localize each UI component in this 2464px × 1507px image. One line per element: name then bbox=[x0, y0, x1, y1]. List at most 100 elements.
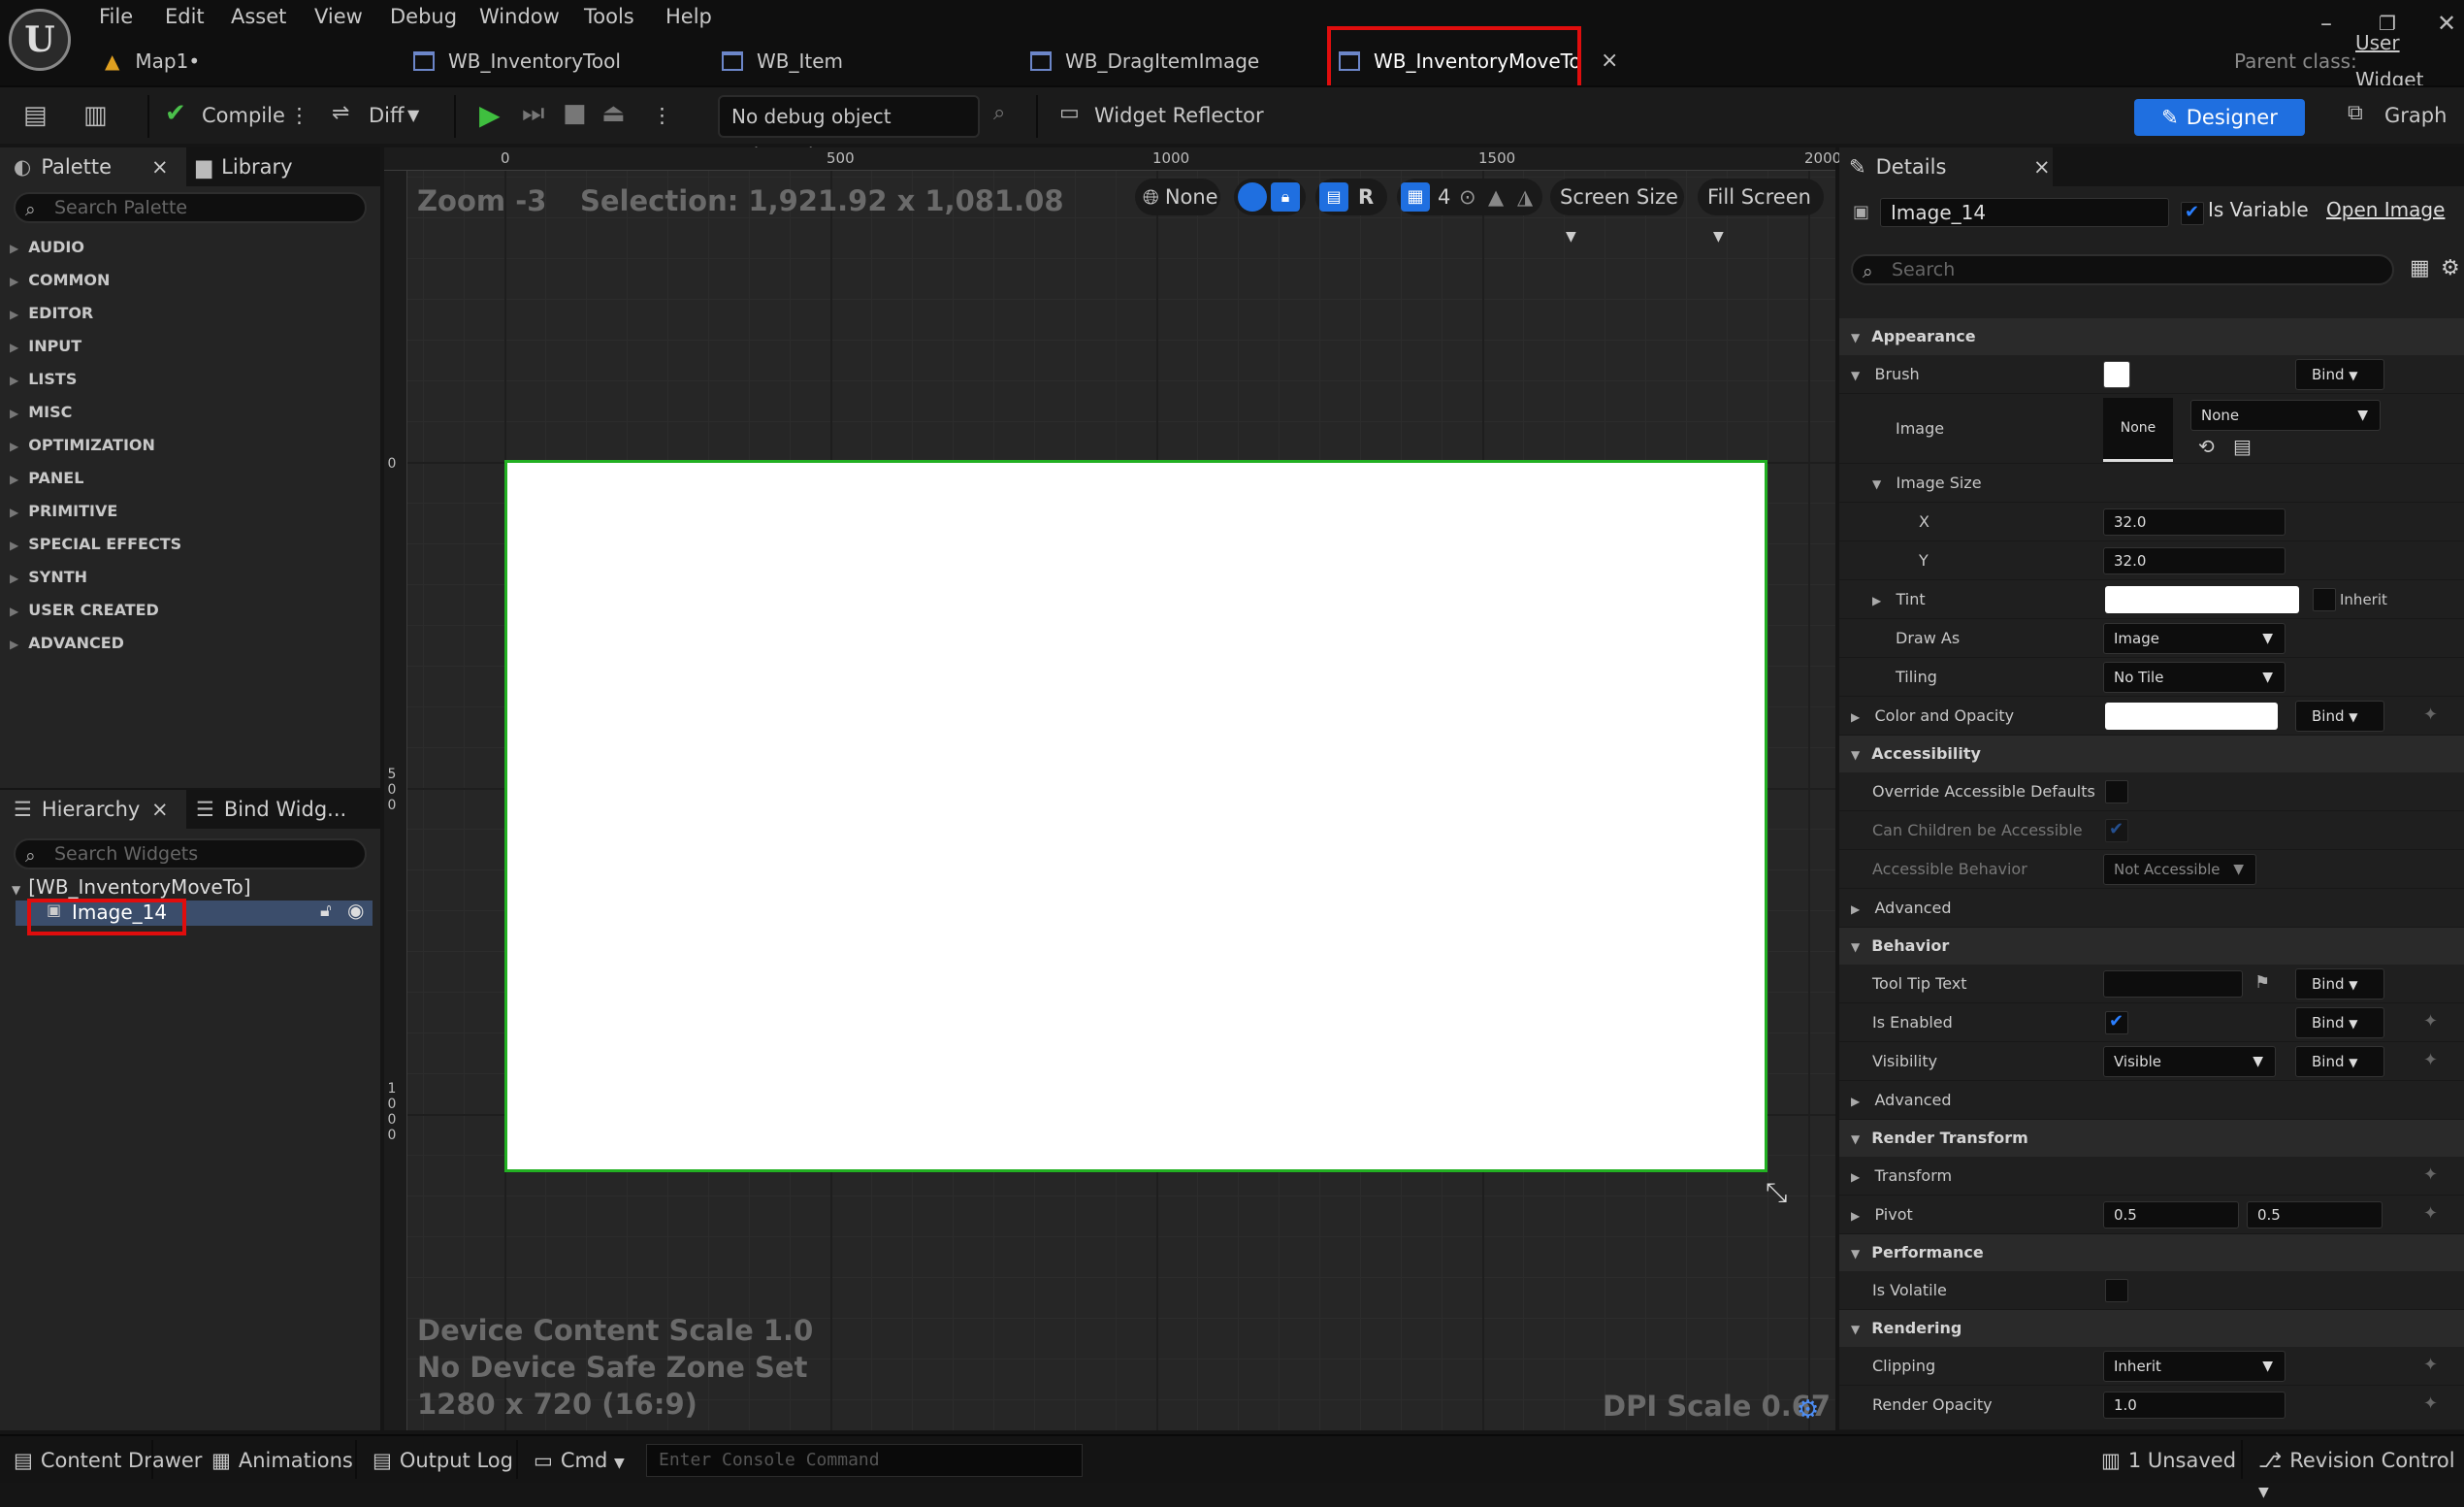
tab-bind-widgets[interactable]: ☰ Bind Widg... bbox=[190, 790, 380, 829]
minimize-icon[interactable]: – bbox=[2320, 10, 2332, 37]
open-image-link[interactable]: Open Image bbox=[2326, 198, 2445, 221]
tab-wb-dragitemimage[interactable]: WB_DragItemImage bbox=[1030, 43, 1259, 80]
inherit-checkbox[interactable] bbox=[2313, 588, 2336, 611]
image-asset-dropdown[interactable]: None ▼ bbox=[2190, 400, 2381, 431]
pivot-y-input[interactable]: 0.5 bbox=[2247, 1201, 2383, 1229]
palette-category-optimization[interactable]: ▶ OPTIMIZATION bbox=[10, 431, 155, 460]
close-icon[interactable]: × bbox=[151, 147, 169, 186]
tab-hierarchy[interactable]: ☰ Hierarchy × bbox=[0, 790, 186, 829]
image-size-y-input[interactable]: 32.0 bbox=[2103, 547, 2286, 574]
image-thumbnail[interactable]: None bbox=[2103, 398, 2173, 462]
details-search-input[interactable]: ⌕ Search bbox=[1851, 254, 2394, 285]
tab-map1[interactable]: ▲ Map1• bbox=[105, 43, 200, 80]
unreal-logo-icon[interactable]: U bbox=[9, 9, 71, 71]
brush-color-swatch[interactable] bbox=[2103, 361, 2130, 388]
diff-button[interactable]: Diff bbox=[369, 101, 404, 130]
is-volatile-checkbox[interactable] bbox=[2105, 1279, 2128, 1302]
menu-edit[interactable]: Edit bbox=[165, 2, 205, 31]
revision-control-button[interactable]: ⎇ Revision Control ▼ bbox=[2258, 1446, 2464, 1507]
tab-details[interactable]: ✎ Details × bbox=[1839, 147, 2053, 186]
is-variable-checkbox[interactable] bbox=[2181, 202, 2204, 225]
color-opacity-swatch[interactable] bbox=[2105, 703, 2278, 730]
visibility-dropdown[interactable]: Visible ▼ bbox=[2103, 1046, 2276, 1077]
palette-category-lists[interactable]: ▶ LISTS bbox=[10, 365, 77, 394]
expand-arrow-icon[interactable]: ▶ bbox=[1851, 1170, 1860, 1184]
animations-button[interactable]: ▦ Animations bbox=[211, 1446, 353, 1475]
palette-category-audio[interactable]: ▶ AUDIO bbox=[10, 233, 84, 262]
tab-wb-inventorytool[interactable]: WB_InventoryTool bbox=[413, 43, 621, 80]
tiling-dropdown[interactable]: No Tile ▼ bbox=[2103, 662, 2286, 693]
pin-icon[interactable]: ✦ bbox=[2423, 1355, 2438, 1375]
unsaved-button[interactable]: ▥ 1 Unsaved bbox=[2101, 1446, 2236, 1475]
flag-icon[interactable]: ⚑ bbox=[2254, 972, 2270, 993]
palette-category-advanced[interactable]: ▶ ADVANCED bbox=[10, 629, 124, 658]
content-drawer-button[interactable]: ▤ Content Drawer bbox=[14, 1446, 202, 1475]
snap-icon[interactable]: ⊙ bbox=[1459, 179, 1476, 215]
compile-options-icon[interactable]: ⋮ bbox=[289, 101, 309, 130]
lock-icon[interactable]: 🔓︎ bbox=[320, 901, 332, 921]
close-icon[interactable]: × bbox=[2033, 147, 2051, 186]
is-enabled-checkbox[interactable] bbox=[2105, 1011, 2128, 1034]
pin-icon[interactable]: ✦ bbox=[2423, 1011, 2438, 1032]
tree-root[interactable]: ▼ [WB_InventoryMoveTo] bbox=[12, 875, 251, 899]
menu-view[interactable]: View bbox=[314, 2, 363, 31]
menu-file[interactable]: File bbox=[99, 2, 133, 31]
image-size-x-input[interactable]: 32.0 bbox=[2103, 508, 2286, 536]
tab-wb-item[interactable]: WB_Item bbox=[722, 43, 843, 80]
tint-color-swatch[interactable] bbox=[2105, 586, 2299, 613]
flip-icon[interactable]: ◮ bbox=[1517, 179, 1533, 215]
outline-toggle[interactable]: ▤ R bbox=[1315, 179, 1387, 215]
pin-icon[interactable]: ✦ bbox=[2423, 1050, 2438, 1070]
section-performance[interactable]: ▼ Performance bbox=[1839, 1234, 2464, 1271]
menu-debug[interactable]: Debug bbox=[390, 2, 457, 31]
palette-category-editor[interactable]: ▶ EDITOR bbox=[10, 299, 93, 328]
step-icon[interactable]: ⏭ bbox=[522, 99, 544, 129]
play-icon[interactable]: ▶ bbox=[479, 99, 501, 131]
respect-locks-toggle[interactable]: 🔒︎ bbox=[1234, 179, 1306, 215]
collapse-arrow-icon[interactable]: ▼ bbox=[1872, 477, 1881, 491]
section-accessibility[interactable]: ▼ Accessibility bbox=[1839, 736, 2464, 772]
tab-palette[interactable]: ◐ Palette × bbox=[0, 147, 186, 186]
graph-button[interactable]: Graph bbox=[2384, 101, 2447, 130]
palette-category-common[interactable]: ▶ COMMON bbox=[10, 266, 110, 295]
cmd-dropdown[interactable]: ▭ Cmd ▼ bbox=[534, 1446, 625, 1478]
palette-category-special-effects[interactable]: ▶ SPECIAL EFFECTS bbox=[10, 530, 181, 559]
localization-preview-button[interactable]: 🌐︎ None bbox=[1135, 179, 1220, 215]
menu-window[interactable]: Window bbox=[479, 2, 560, 31]
chevron-down-icon[interactable]: ▼ bbox=[407, 101, 419, 130]
color-opacity-bind-dropdown[interactable]: Bind ▼ bbox=[2295, 701, 2384, 732]
clipping-dropdown[interactable]: Inherit ▼ bbox=[2103, 1351, 2286, 1382]
image-14-widget[interactable] bbox=[504, 460, 1767, 1172]
dpi-settings-gear-icon[interactable]: ⚙ bbox=[1797, 1395, 1819, 1425]
brush-bind-dropdown[interactable]: Bind ▼ bbox=[2295, 359, 2384, 390]
compile-icon[interactable]: ✔ bbox=[165, 99, 186, 128]
settings-gear-icon[interactable]: ⚙ bbox=[2441, 256, 2460, 280]
designer-button[interactable]: ✎ Designer bbox=[2134, 99, 2305, 136]
collapse-arrow-icon[interactable]: ▼ bbox=[1851, 369, 1860, 382]
pin-icon[interactable]: ✦ bbox=[2423, 1164, 2438, 1185]
palette-category-panel[interactable]: ▶ PANEL bbox=[10, 464, 83, 493]
override-accessible-checkbox[interactable] bbox=[2105, 780, 2128, 803]
widget-name-input[interactable]: Image_14 bbox=[1880, 198, 2169, 227]
widget-reflector-button[interactable]: Widget Reflector bbox=[1094, 101, 1264, 130]
debug-object-dropdown[interactable]: No debug object selected ▼ bbox=[718, 95, 980, 167]
palette-category-input[interactable]: ▶ INPUT bbox=[10, 332, 81, 361]
search-palette-input[interactable]: ⌕ Search Palette bbox=[14, 192, 367, 223]
save-icon[interactable]: ▤ bbox=[23, 101, 48, 130]
table-view-icon[interactable]: ▦ bbox=[2410, 256, 2430, 280]
is-enabled-bind-dropdown[interactable]: Bind ▼ bbox=[2295, 1007, 2384, 1038]
eject-icon[interactable]: ⏏ bbox=[601, 99, 626, 128]
expand-arrow-icon[interactable]: ▶ bbox=[1851, 1209, 1860, 1223]
palette-category-primitive[interactable]: ▶ PRIMITIVE bbox=[10, 497, 117, 526]
section-rendering[interactable]: ▼ Rendering bbox=[1839, 1310, 2464, 1347]
expand-arrow-icon[interactable]: ▶ bbox=[1851, 710, 1860, 724]
close-icon[interactable]: × bbox=[151, 790, 169, 829]
resize-handle-icon[interactable]: ⤡ bbox=[1766, 1176, 1787, 1209]
section-behavior[interactable]: ▼ Behavior bbox=[1839, 928, 2464, 965]
output-log-button[interactable]: ▤ Output Log bbox=[373, 1446, 513, 1475]
menu-help[interactable]: Help bbox=[665, 2, 712, 31]
debug-browse-icon[interactable]: ⌕ bbox=[993, 101, 1005, 125]
fill-screen-dropdown[interactable]: Fill Screen ▼ bbox=[1698, 179, 1824, 245]
graph-icon[interactable]: ⧉ bbox=[2348, 101, 2363, 125]
section-appearance[interactable]: ▼ Appearance bbox=[1839, 318, 2464, 355]
